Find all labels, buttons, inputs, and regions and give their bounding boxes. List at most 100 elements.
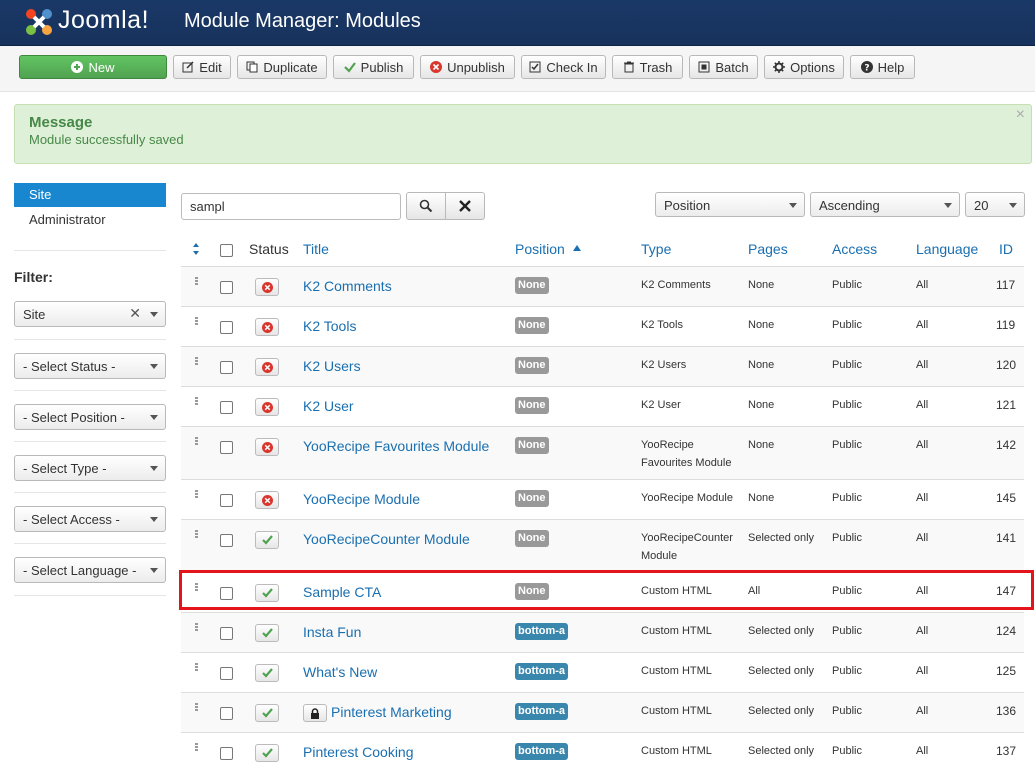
module-pages: Selected only	[748, 705, 815, 717]
drag-handle-icon[interactable]	[195, 743, 198, 753]
select-all-checkbox[interactable]	[220, 244, 233, 257]
sort-by-value: Position	[664, 198, 711, 213]
status-toggle-button[interactable]	[255, 704, 279, 722]
column-header-id[interactable]: ID	[999, 241, 1013, 257]
row-checkbox[interactable]	[220, 361, 233, 374]
position-filter-select[interactable]: - Select Position -	[14, 404, 166, 430]
module-title-link[interactable]: YooRecipe Favourites Module	[303, 438, 489, 454]
status-toggle-button[interactable]	[255, 744, 279, 762]
row-checkbox[interactable]	[220, 401, 233, 414]
module-language: All	[916, 399, 929, 411]
row-checkbox[interactable]	[220, 281, 233, 294]
module-title-link[interactable]: K2 Tools	[303, 318, 356, 334]
type-filter-select[interactable]: - Select Type -	[14, 455, 166, 481]
drag-handle-icon[interactable]	[195, 437, 198, 447]
column-header-position[interactable]: Position	[515, 241, 565, 257]
trash-button[interactable]: Trash	[612, 55, 683, 79]
module-title-link[interactable]: Pinterest Cooking	[303, 744, 414, 760]
language-filter-select[interactable]: - Select Language -	[14, 557, 166, 583]
checked-out-lock-button[interactable]	[303, 704, 327, 722]
module-title-link[interactable]: Pinterest Marketing	[331, 704, 452, 720]
module-id: 136	[996, 704, 1017, 718]
drag-handle-icon[interactable]	[195, 357, 198, 367]
client-filter-select[interactable]: Site ✕	[14, 301, 166, 327]
success-message: Message Module successfully saved ×	[14, 104, 1032, 164]
clear-search-button[interactable]	[445, 192, 485, 220]
close-icon[interactable]: ×	[1016, 106, 1025, 124]
sidebar-item-administrator[interactable]: Administrator	[29, 212, 106, 227]
module-access: Public	[832, 439, 862, 451]
status-toggle-button[interactable]	[255, 278, 279, 296]
sort-ordering-icon[interactable]	[192, 242, 200, 256]
checkin-button[interactable]: Check In	[521, 55, 606, 79]
joomla-logo-icon[interactable]	[22, 5, 56, 39]
column-header-pages[interactable]: Pages	[748, 241, 788, 257]
row-checkbox[interactable]	[220, 494, 233, 507]
sidebar-divider	[14, 390, 166, 391]
status-toggle-button[interactable]	[255, 318, 279, 336]
module-pages: None	[748, 439, 775, 451]
row-checkbox[interactable]	[220, 747, 233, 760]
new-button[interactable]: New	[19, 55, 167, 79]
drag-handle-icon[interactable]	[195, 530, 198, 540]
list-limit-select[interactable]: 20	[965, 192, 1025, 217]
drag-handle-icon[interactable]	[195, 663, 198, 673]
drag-handle-icon[interactable]	[195, 397, 198, 407]
logo-text[interactable]: Joomla!	[58, 6, 149, 35]
status-toggle-button[interactable]	[255, 398, 279, 416]
status-toggle-button[interactable]	[255, 438, 279, 456]
row-checkbox[interactable]	[220, 667, 233, 680]
status-toggle-button[interactable]	[255, 664, 279, 682]
module-title-link[interactable]: K2 User	[303, 398, 354, 414]
drag-handle-icon[interactable]	[195, 317, 198, 327]
sort-direction-select[interactable]: Ascending	[810, 192, 960, 217]
drag-handle-icon[interactable]	[195, 490, 198, 500]
edit-button[interactable]: Edit	[173, 55, 231, 79]
sidebar-item-site[interactable]: Site	[14, 183, 166, 207]
row-checkbox[interactable]	[220, 441, 233, 454]
module-access: Public	[832, 705, 862, 717]
row-checkbox[interactable]	[220, 707, 233, 720]
help-button[interactable]: ? Help	[850, 55, 915, 79]
access-filter-select[interactable]: - Select Access -	[14, 506, 166, 532]
sidebar-divider	[14, 339, 166, 340]
module-type-line2: Module	[641, 550, 678, 562]
search-button[interactable]	[406, 192, 446, 220]
row-checkbox[interactable]	[220, 627, 233, 640]
module-type: YooRecipeCounter	[641, 532, 733, 544]
status-toggle-button[interactable]	[255, 531, 279, 549]
module-title-link[interactable]: Insta Fun	[303, 624, 361, 640]
search-input[interactable]	[181, 193, 401, 220]
access-filter-value: - Select Access -	[23, 512, 120, 527]
unpublish-button[interactable]: Unpublish	[420, 55, 515, 79]
status-toggle-button[interactable]	[255, 358, 279, 376]
drag-handle-icon[interactable]	[195, 703, 198, 713]
column-header-status[interactable]: Status	[249, 241, 289, 257]
column-header-title[interactable]: Title	[303, 241, 329, 257]
options-button[interactable]: Options	[764, 55, 844, 79]
status-toggle-button[interactable]	[255, 624, 279, 642]
drag-handle-icon[interactable]	[195, 623, 198, 633]
remove-circle-icon	[261, 321, 273, 333]
row-checkbox[interactable]	[220, 321, 233, 334]
sort-by-select[interactable]: Position	[655, 192, 805, 217]
check-icon	[261, 708, 273, 718]
module-access: Public	[832, 359, 862, 371]
status-filter-select[interactable]: - Select Status -	[14, 353, 166, 379]
column-header-type[interactable]: Type	[641, 241, 671, 257]
module-title-link[interactable]: What's New	[303, 664, 377, 680]
module-title-link[interactable]: YooRecipe Module	[303, 491, 420, 507]
clear-icon[interactable]: ✕	[129, 305, 141, 322]
row-checkbox[interactable]	[220, 534, 233, 547]
status-toggle-button[interactable]	[255, 491, 279, 509]
batch-button[interactable]: Batch	[689, 55, 758, 79]
drag-handle-icon[interactable]	[195, 277, 198, 287]
column-header-language[interactable]: Language	[916, 241, 978, 257]
module-title-link[interactable]: K2 Comments	[303, 278, 392, 294]
module-title-link[interactable]: K2 Users	[303, 358, 361, 374]
module-language: All	[916, 625, 929, 637]
column-header-access[interactable]: Access	[832, 241, 877, 257]
module-title-link[interactable]: YooRecipeCounter Module	[303, 531, 470, 547]
duplicate-button[interactable]: Duplicate	[237, 55, 327, 79]
publish-button[interactable]: Publish	[333, 55, 414, 79]
